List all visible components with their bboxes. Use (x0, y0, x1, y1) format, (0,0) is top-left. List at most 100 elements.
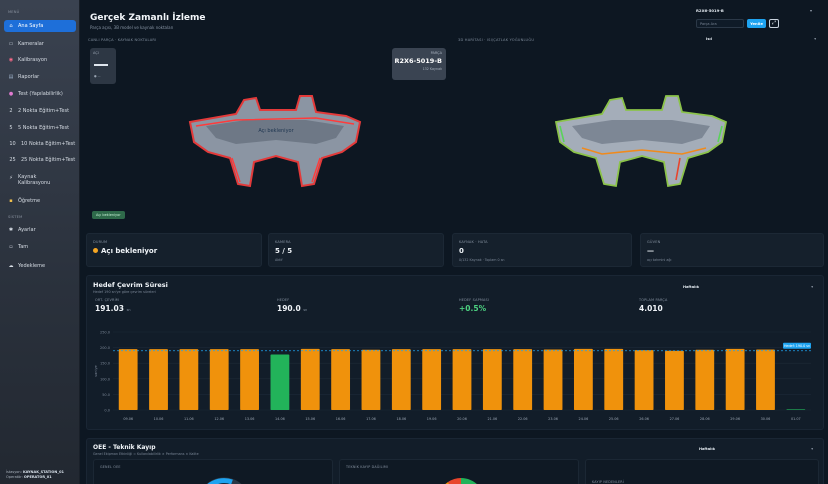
x-tick-label: 20.06 (457, 417, 467, 421)
status-card-value-text: Açı bekleniyor (101, 247, 158, 255)
bar (391, 349, 411, 410)
bar (725, 348, 745, 410)
x-tick-label: 12.06 (214, 417, 224, 421)
operator-value: OPERATOR_01 (23, 475, 52, 479)
x-tick-label: 16.06 (336, 417, 346, 421)
status-card-state: DURUM Açı bekleniyor (86, 233, 262, 267)
operator-label: Operatör: (6, 475, 23, 479)
x-tick-label: 27.06 (670, 417, 680, 421)
part-chip-sub: 132 Kaynak (422, 67, 442, 71)
kpi-value: 4.010 (639, 304, 663, 313)
target-icon: ◉ (8, 57, 14, 63)
x-tick-label: 01.07 (791, 417, 801, 421)
x-tick-label: 19.06 (427, 417, 437, 421)
status-card-key: DURUM (93, 240, 108, 244)
chevron-down-icon: ▾ (814, 37, 816, 41)
viewer-panel: CANLI PARÇA · KAYNAK NOKTALARI 3D HARİTA… (86, 36, 824, 222)
bar (179, 349, 199, 410)
status-card-sub: 0/132 Kaynak · Toplam 0 sn (459, 258, 505, 262)
angle-chip-label: AÇI (93, 51, 99, 55)
kpi-value: 190.0 sn (277, 304, 307, 313)
number-25-icon: 25 (9, 157, 16, 163)
oee-gauge (206, 477, 242, 484)
kpi-target: HEDEF 190.0 sn (277, 298, 307, 313)
y-axis-label: saniye (94, 365, 98, 376)
sidebar-item-label: Yedekleme (18, 263, 46, 269)
left-viewer-label: CANLI PARÇA · KAYNAK NOKTALARI (88, 38, 157, 42)
sidebar: MENÜ ⌂ Ana Sayfa ▭ Kameralar ◉ Kalibrasy… (0, 0, 80, 484)
sidebar-item-label: Test (Yapılabilirlik) (18, 91, 63, 97)
station-label: İstasyon: (6, 470, 22, 474)
top-controls: R2X6-5019-B ▾ Parça Ara Yenile ⤢ (696, 6, 818, 34)
x-tick-label: 21.06 (487, 417, 497, 421)
part-select[interactable]: R2X6-5019-B ▾ (696, 8, 818, 15)
part-chip-key: PARÇA (430, 51, 442, 55)
sidebar-item-weld-calibration[interactable]: ⚡ Kaynak Kalibrasyonu (4, 172, 76, 190)
oee-title: OEE - Teknik Kayıp (93, 444, 156, 451)
kpi-total-parts: TOPLAM PARÇA 4.010 (639, 298, 668, 313)
cloud-icon: ☁ (8, 263, 14, 269)
bar (543, 349, 563, 410)
bar (118, 349, 138, 410)
heatmap-select[interactable]: Isıl ▾ (706, 37, 818, 44)
x-tick-label: 30.06 (761, 417, 771, 421)
x-tick-label: 14.06 (275, 417, 285, 421)
sidebar-item-10-point[interactable]: 10 10 Nokta Eğitim+Test (4, 138, 76, 150)
y-tick-label: 250.0 (100, 331, 110, 335)
bar (573, 348, 593, 410)
kpi-key: HEDEF (277, 298, 290, 302)
sidebar-item-label: Ayarlar (18, 227, 36, 233)
station-value: KAYNAK_STATION_01 (22, 470, 64, 474)
sidebar-section-system: SİSTEM (8, 215, 23, 219)
sidebar-item-reports[interactable]: ▤ Raporlar (4, 71, 76, 83)
number-2-icon: 2 (9, 108, 13, 114)
number-5-icon: 5 (9, 125, 13, 131)
oee-period-select[interactable]: Haftalık ▾ (699, 447, 815, 455)
oee-select-value: Haftalık (699, 447, 715, 451)
sidebar-item-home[interactable]: ⌂ Ana Sayfa (4, 20, 76, 32)
sidebar-item-25-point[interactable]: 25 25 Nokta Eğitim+Test (4, 154, 76, 166)
status-card-value: 5 / 5 (275, 247, 293, 255)
weld-icon: ⚡ (9, 175, 13, 181)
status-dot-icon (93, 247, 98, 253)
cycle-select-value: Haftalık (683, 285, 699, 289)
status-card-value: — (647, 247, 654, 255)
part-chip-value: R2X6-5019-B (394, 57, 442, 65)
oee-card-label: KAYIP NEDENLERİ (592, 480, 624, 484)
kpi-key: HEDEF SAPMASI (459, 298, 490, 302)
search-input[interactable]: Parça Ara (696, 19, 744, 28)
cycle-period-select[interactable]: Haftalık ▾ (683, 285, 815, 293)
home-icon: ⌂ (9, 23, 13, 29)
y-tick-label: 0.0 (104, 409, 110, 413)
part-live-view: Açı bekleniyor (188, 95, 362, 188)
sidebar-item-test[interactable]: ● Test (Yapılabilirlik) (4, 88, 76, 100)
bar (361, 349, 381, 410)
sidebar-item-label: Tam (18, 244, 29, 250)
bar (604, 348, 624, 410)
x-tick-label: 22.06 (518, 417, 528, 421)
bar (270, 354, 290, 410)
sidebar-item-label: Kalibrasyon (18, 57, 48, 63)
heatmap-frame-shape (554, 95, 728, 188)
oee-loss-distribution-card: TEKNİK KAYIP DAĞILIMI (339, 459, 579, 484)
sidebar-item-5-point[interactable]: 5 5 Nokta Eğitim+Test (4, 122, 76, 134)
status-card-value: Açı bekleniyor (93, 247, 157, 255)
kpi-avg-cycle: ORT. ÇEVRİM 191.03 sn (95, 298, 131, 313)
sidebar-item-label: Kaynak Kalibrasyonu (18, 174, 51, 186)
sidebar-item-settings[interactable]: ✱ Ayarlar (4, 224, 76, 236)
x-tick-label: 29.06 (730, 417, 740, 421)
sidebar-item-2-point[interactable]: 2 2 Nokta Eğitim+Test (4, 105, 76, 117)
x-tick-label: 10.06 (154, 417, 164, 421)
sidebar-item-fullscreen[interactable]: ▫ Tam (4, 241, 76, 253)
sidebar-item-backup[interactable]: ☁ Yedekleme (4, 260, 76, 272)
bar (149, 349, 168, 410)
sidebar-item-calibration[interactable]: ◉ Kalibrasyon (4, 54, 76, 66)
expand-icon[interactable]: ⤢ (769, 19, 779, 28)
sidebar-item-label: 5 Nokta Eğitim+Test (18, 125, 70, 131)
refresh-button[interactable]: Yenile (747, 19, 766, 28)
sidebar-item-teach[interactable]: ▪ Öğretme (4, 195, 76, 207)
x-tick-label: 26.06 (639, 417, 649, 421)
sidebar-item-cameras[interactable]: ▭ Kameralar (4, 38, 76, 50)
kpi-value-text: 191.03 (95, 304, 124, 313)
bar (513, 349, 533, 410)
